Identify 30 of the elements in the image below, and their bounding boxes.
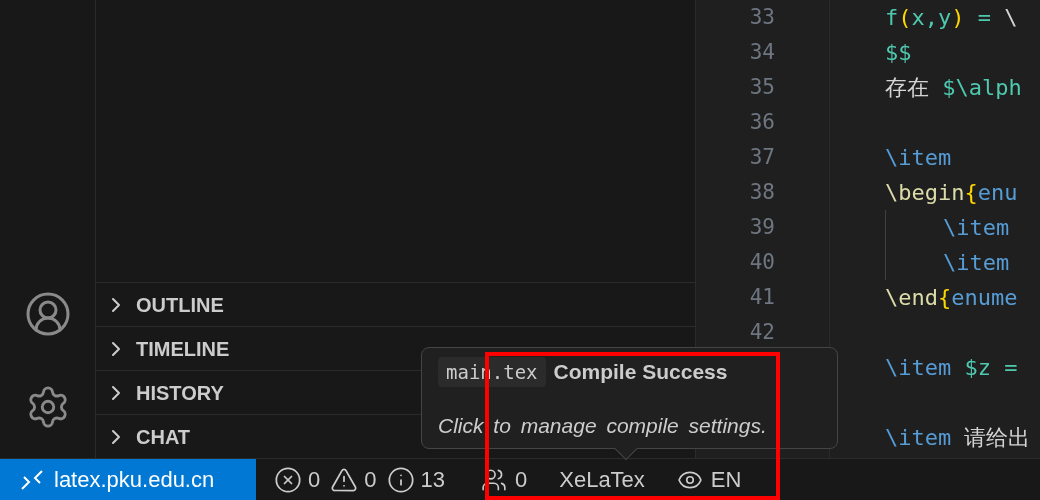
code-line: 存在 $\alph xyxy=(885,74,1022,102)
language-indicator[interactable]: EN xyxy=(676,463,742,496)
collaborators-indicator[interactable]: 0 xyxy=(481,463,528,496)
info-icon xyxy=(386,465,415,494)
compiler-status[interactable]: XeLaTex xyxy=(559,463,645,496)
remote-button[interactable]: latex.pku.edu.cn xyxy=(0,459,256,500)
error-icon xyxy=(274,465,302,494)
line-number: 37 xyxy=(749,145,775,169)
code-line: $$ xyxy=(885,39,912,67)
code-line: \begin{enu xyxy=(885,179,1018,207)
people-icon xyxy=(481,466,507,493)
code-line: \item $z = xyxy=(885,354,1018,382)
line-number: 42 xyxy=(749,320,775,344)
code-line: \item xyxy=(943,249,1010,277)
code-line: \item 请给出 xyxy=(885,424,1031,452)
code-line: \item xyxy=(885,144,952,172)
code-line: \item xyxy=(943,214,1010,242)
line-number: 33 xyxy=(749,5,775,29)
line-number: 38 xyxy=(749,180,775,204)
line-number: 35 xyxy=(749,75,775,99)
line-number: 36 xyxy=(749,110,775,134)
code-line: f(x,y) = \ xyxy=(885,4,1018,32)
line-number: 41 xyxy=(749,285,775,309)
line-number: 39 xyxy=(749,215,775,239)
line-number: 40 xyxy=(749,250,775,274)
panel-section-header[interactable]: OUTLINE xyxy=(96,282,695,326)
code-line: \end{enume xyxy=(885,284,1018,312)
line-number: 34 xyxy=(749,40,775,64)
remote-icon xyxy=(20,467,44,492)
problems-indicator[interactable]: 0 0 13 xyxy=(274,463,445,496)
